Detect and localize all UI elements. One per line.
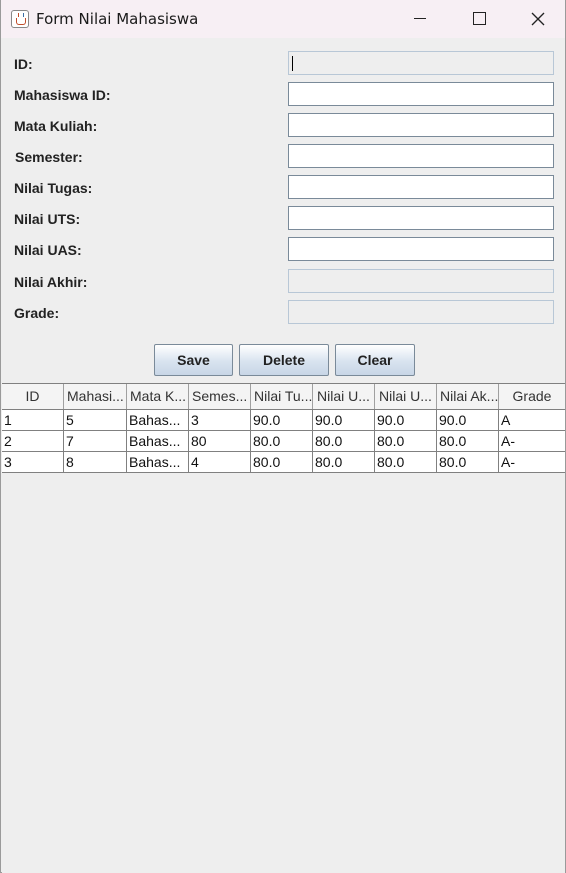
column-header-semester[interactable]: Semes... bbox=[189, 384, 251, 409]
clear-button[interactable]: Clear bbox=[335, 344, 415, 376]
cell-mata-kuliah: Bahas... bbox=[127, 452, 189, 472]
minimize-icon bbox=[414, 18, 426, 19]
window-title: Form Nilai Mahasiswa bbox=[36, 10, 199, 28]
id-label: ID: bbox=[14, 56, 33, 72]
form-row-nilai-tugas: Nilai Tugas: bbox=[1, 175, 565, 201]
cell-id: 3 bbox=[2, 452, 64, 472]
cell-mata-kuliah: Bahas... bbox=[127, 431, 189, 451]
column-header-nilai-tugas[interactable]: Nilai Tu... bbox=[251, 384, 313, 409]
form-row-id: ID: bbox=[1, 51, 565, 77]
id-field[interactable] bbox=[288, 51, 554, 75]
save-button[interactable]: Save bbox=[154, 344, 233, 376]
semester-label: Semester: bbox=[15, 149, 83, 165]
cell-nilai-akhir: 90.0 bbox=[437, 410, 499, 430]
form-row-nilai-uas: Nilai UAS: bbox=[1, 237, 565, 263]
table-body: 1 5 Bahas... 3 90.0 90.0 90.0 90.0 A 2 7… bbox=[2, 410, 565, 473]
close-icon bbox=[531, 12, 545, 26]
mata-kuliah-label: Mata Kuliah: bbox=[14, 118, 98, 134]
cell-nilai-akhir: 80.0 bbox=[437, 431, 499, 451]
cell-nilai-uts: 80.0 bbox=[313, 431, 375, 451]
nilai-uts-label: Nilai UTS: bbox=[14, 211, 81, 227]
cell-semester: 3 bbox=[189, 410, 251, 430]
cell-mata-kuliah: Bahas... bbox=[127, 410, 189, 430]
java-cup-icon bbox=[11, 10, 29, 28]
cell-nilai-uas: 80.0 bbox=[375, 452, 437, 472]
nilai-akhir-field bbox=[288, 269, 554, 293]
table-row[interactable]: 1 5 Bahas... 3 90.0 90.0 90.0 90.0 A bbox=[2, 410, 565, 431]
cell-nilai-tugas: 80.0 bbox=[251, 452, 313, 472]
column-header-mahasiswa-id[interactable]: Mahasi... bbox=[64, 384, 127, 409]
nilai-uas-label: Nilai UAS: bbox=[14, 242, 82, 258]
cell-nilai-uts: 90.0 bbox=[313, 410, 375, 430]
cell-grade: A bbox=[501, 412, 511, 428]
mahasiswa-id-label: Mahasiswa ID: bbox=[14, 87, 111, 103]
cell-mahasiswa-id: 7 bbox=[64, 431, 127, 451]
title-bar[interactable]: Form Nilai Mahasiswa bbox=[1, 0, 565, 38]
mata-kuliah-field[interactable] bbox=[288, 113, 554, 137]
nilai-tugas-field[interactable] bbox=[288, 175, 554, 199]
nilai-akhir-label: Nilai Akhir: bbox=[14, 274, 88, 290]
grade-field bbox=[288, 300, 554, 324]
form-row-nilai-akhir: Nilai Akhir: bbox=[1, 269, 565, 295]
cell-nilai-tugas: 80.0 bbox=[251, 431, 313, 451]
column-header-nilai-uas[interactable]: Nilai U... bbox=[375, 384, 437, 409]
nilai-tugas-label: Nilai Tugas: bbox=[14, 180, 93, 196]
maximize-button[interactable] bbox=[450, 0, 508, 38]
form-row-nilai-uts: Nilai UTS: bbox=[1, 206, 565, 232]
form-row-mahasiswa-id: Mahasiswa ID: bbox=[1, 82, 565, 108]
table-header: ID Mahasi... Mata K... Semes... Nilai Tu… bbox=[2, 384, 565, 410]
delete-button[interactable]: Delete bbox=[239, 344, 329, 376]
cell-grade: A- bbox=[501, 433, 515, 449]
form-row-grade: Grade: bbox=[1, 300, 565, 326]
grade-label: Grade: bbox=[14, 305, 60, 321]
cell-semester: 80 bbox=[189, 431, 251, 451]
column-header-nilai-uts[interactable]: Nilai U... bbox=[313, 384, 375, 409]
maximize-icon bbox=[473, 12, 486, 25]
nilai-uts-field[interactable] bbox=[288, 206, 554, 230]
column-header-nilai-akhir[interactable]: Nilai Ak... bbox=[437, 384, 499, 409]
form-row-mata-kuliah: Mata Kuliah: bbox=[1, 113, 565, 139]
app-window: Form Nilai Mahasiswa ID: Mahasiswa ID: M… bbox=[0, 0, 566, 873]
form-row-semester: Semester: bbox=[1, 144, 565, 170]
cell-nilai-uas: 80.0 bbox=[375, 431, 437, 451]
cell-nilai-akhir: 80.0 bbox=[437, 452, 499, 472]
column-header-grade[interactable]: Grade bbox=[499, 384, 565, 409]
cell-grade: A- bbox=[501, 454, 515, 470]
semester-field[interactable] bbox=[288, 144, 554, 168]
cell-id: 2 bbox=[2, 431, 64, 451]
cell-nilai-uas: 90.0 bbox=[375, 410, 437, 430]
column-header-mata-kuliah[interactable]: Mata K... bbox=[127, 384, 189, 409]
cell-nilai-tugas: 90.0 bbox=[251, 410, 313, 430]
cell-semester: 4 bbox=[189, 452, 251, 472]
table-row[interactable]: 3 8 Bahas... 4 80.0 80.0 80.0 80.0 A- bbox=[2, 452, 565, 473]
minimize-button[interactable] bbox=[391, 0, 449, 38]
cell-id: 1 bbox=[2, 410, 64, 430]
nilai-uas-field[interactable] bbox=[288, 237, 554, 261]
column-header-id[interactable]: ID bbox=[2, 384, 64, 409]
grades-table[interactable]: ID Mahasi... Mata K... Semes... Nilai Tu… bbox=[2, 383, 565, 873]
mahasiswa-id-field[interactable] bbox=[288, 82, 554, 106]
table-row[interactable]: 2 7 Bahas... 80 80.0 80.0 80.0 80.0 A- bbox=[2, 431, 565, 452]
cell-mahasiswa-id: 8 bbox=[64, 452, 127, 472]
cell-mahasiswa-id: 5 bbox=[64, 410, 127, 430]
close-button[interactable] bbox=[509, 0, 566, 38]
text-caret bbox=[292, 56, 293, 71]
cell-nilai-uts: 80.0 bbox=[313, 452, 375, 472]
